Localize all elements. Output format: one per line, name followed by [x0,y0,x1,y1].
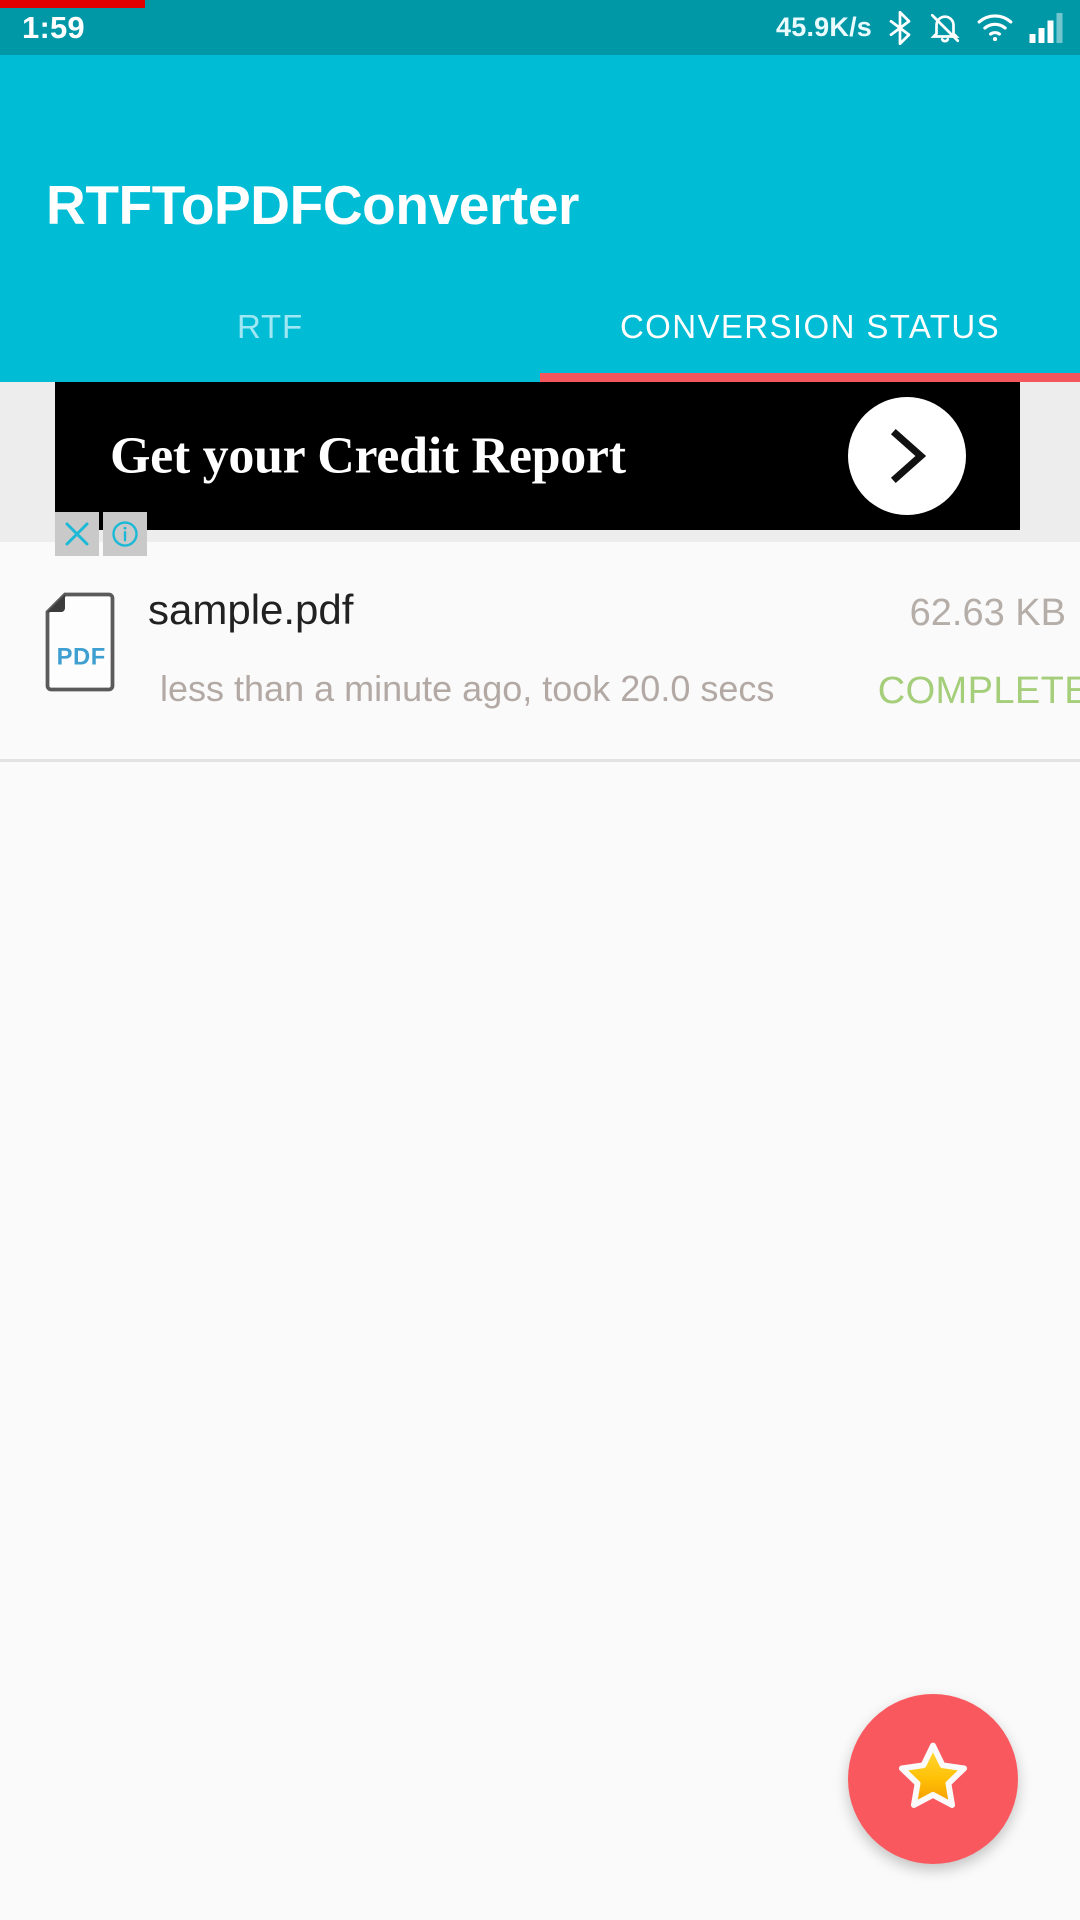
star-icon [896,1740,970,1819]
tab-rtf[interactable]: RTF [0,272,540,382]
status-badge: COMPLETE [877,670,1080,712]
network-speed-label: 45.9K/s [776,12,872,42]
file-name: sample.pdf [148,586,354,633]
app-screen: 1:59 45.9K/s RTFToPDFConverter RTF CONVE… [0,0,1080,1920]
tab-rtf-label: RTF [237,308,303,345]
wifi-icon [976,13,1014,43]
pdf-file-icon: PDF [40,592,120,692]
status-bar: 1:59 45.9K/s [0,0,1080,55]
page-title: RTFToPDFConverter [46,174,580,236]
tab-conversion-status[interactable]: CONVERSION STATUS [540,272,1080,382]
app-bar: RTFToPDFConverter RTF CONVERSION STATUS [0,55,1080,382]
file-size: 62.63 KB [909,592,1066,634]
tab-conversion-status-label: CONVERSION STATUS [619,308,1001,345]
bluetooth-icon [886,10,914,46]
chevron-right-icon[interactable] [848,397,966,515]
system-progress-bar [0,0,145,8]
rate-app-fab[interactable] [848,1694,1018,1864]
close-icon[interactable] [55,512,99,556]
status-bar-icons: 45.9K/s [776,10,1064,46]
status-bar-clock: 1:59 [22,9,85,45]
ad-container: Get your Credit Report [0,382,1080,556]
tab-active-indicator [540,373,1080,382]
ad-banner[interactable]: Get your Credit Report [55,382,1020,530]
info-icon[interactable] [103,512,147,556]
ad-controls [55,512,147,556]
cellular-signal-icon [1028,12,1064,43]
file-subtitle: less than a minute ago, took 20.0 secs [160,668,775,709]
tab-bar: RTF CONVERSION STATUS [0,272,1080,382]
mute-bell-icon [928,11,962,45]
list-item[interactable]: PDF sample.pdf less than a minute ago, t… [0,542,1080,762]
conversion-status-list: PDF sample.pdf less than a minute ago, t… [0,542,1080,762]
ad-headline: Get your Credit Report [110,427,626,485]
svg-text:PDF: PDF [57,644,106,671]
